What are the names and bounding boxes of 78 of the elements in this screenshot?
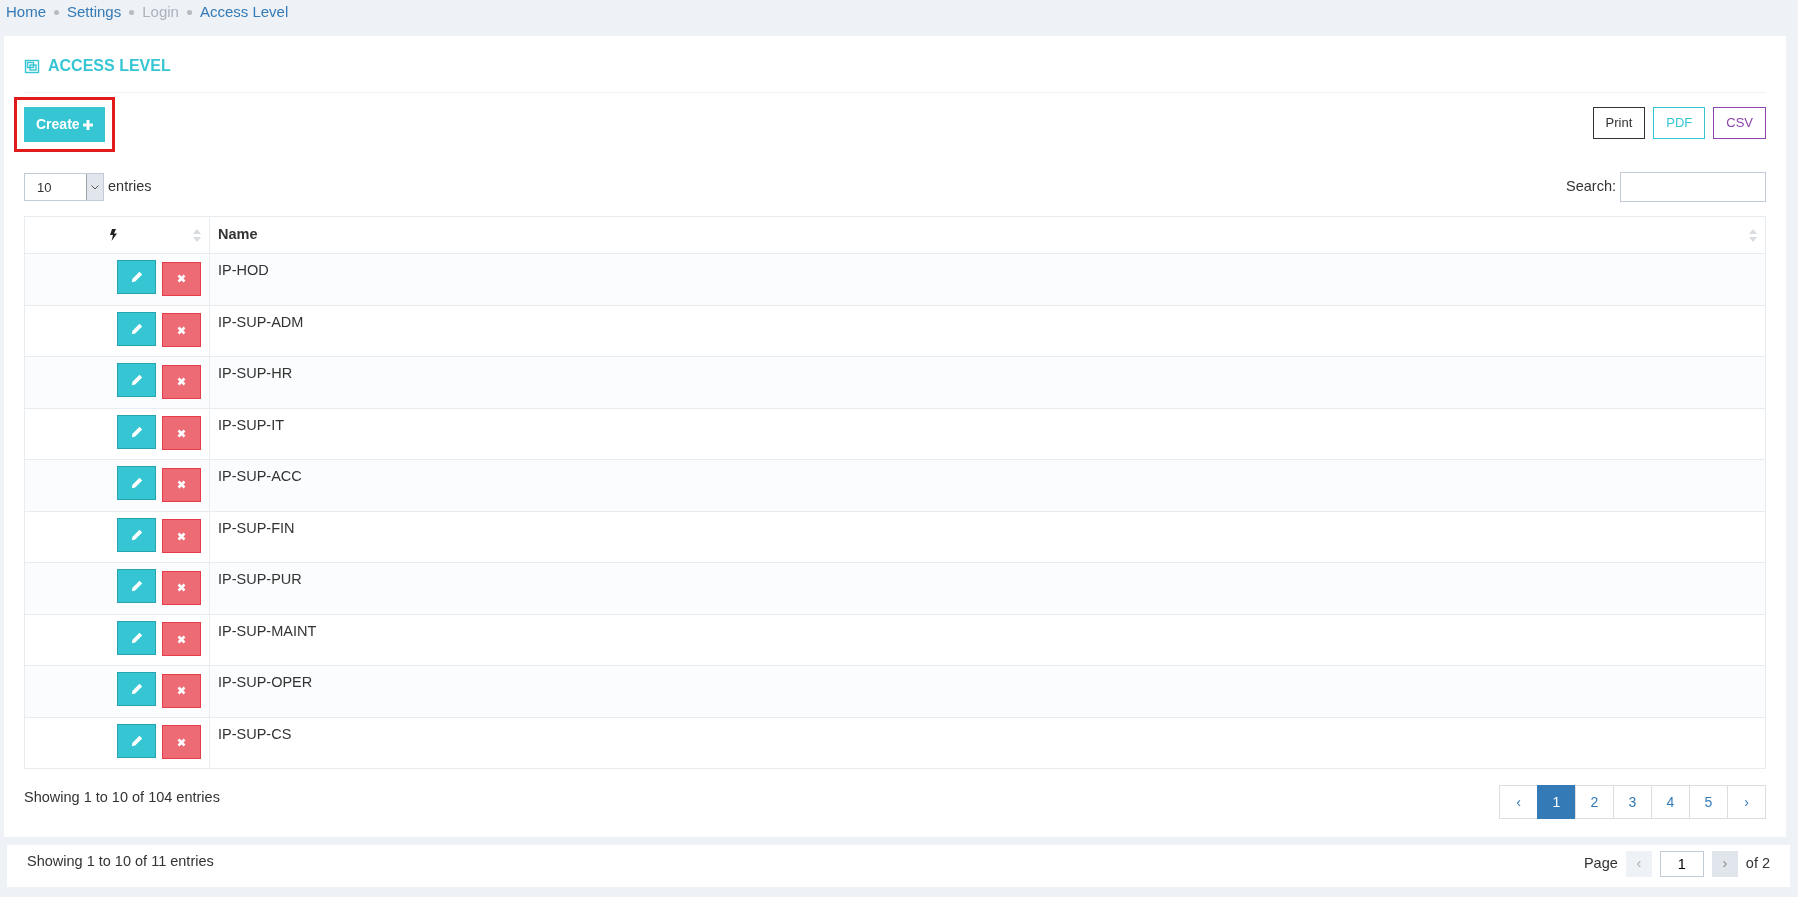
- breadcrumb-link: Login: [142, 1, 179, 22]
- table-info: Showing 1 to 10 of 104 entries: [24, 788, 220, 807]
- close-icon: [177, 583, 186, 592]
- page-field[interactable]: 1: [1659, 851, 1704, 877]
- table-cell: IP-SUP-OPER: [218, 674, 313, 690]
- export-button[interactable]: Print: [1592, 107, 1646, 139]
- delete-button[interactable]: [162, 725, 201, 759]
- delete-button[interactable]: [162, 570, 201, 605]
- plus-icon: [83, 120, 94, 130]
- edit-button[interactable]: [117, 517, 156, 552]
- export-button[interactable]: CSV: [1713, 107, 1766, 139]
- lightning-icon: [109, 229, 117, 241]
- chevron-down-icon: [91, 184, 99, 190]
- edit-button[interactable]: [117, 620, 156, 655]
- edit-button[interactable]: [117, 723, 156, 758]
- pencil-icon: [130, 580, 143, 592]
- close-icon: [177, 480, 186, 489]
- table-cell: IP-SUP-MAINT: [218, 622, 317, 639]
- table-cell: IP-SUP-IT: [218, 416, 285, 433]
- edit-button[interactable]: [117, 363, 156, 397]
- table-cell: IP-SUP-ADM: [218, 313, 304, 330]
- search-field[interactable]: [1620, 172, 1766, 202]
- edit-button[interactable]: [117, 569, 156, 603]
- breadcrumb-link[interactable]: Access Level: [199, 0, 289, 24]
- page-button[interactable]: 1: [1537, 785, 1576, 819]
- table-cell: IP-SUP-HR: [218, 365, 293, 381]
- delete-button[interactable]: [162, 622, 201, 656]
- page-count: of 2: [1745, 854, 1770, 874]
- edit-button[interactable]: [117, 311, 156, 346]
- close-icon: [177, 634, 186, 644]
- panel-title: ACCESS LEVEL: [48, 56, 171, 76]
- page-button[interactable]: 5: [1689, 785, 1728, 819]
- page-button[interactable]: ›: [1727, 785, 1766, 819]
- pencil-icon: [130, 374, 143, 386]
- table-cell: IP-SUP-PUR: [218, 571, 302, 587]
- pencil-icon: [130, 271, 143, 283]
- entries-label: entries: [108, 177, 152, 197]
- close-icon: [177, 531, 186, 541]
- table-cell: IP-SUP-ACC: [218, 468, 302, 484]
- close-icon: [177, 428, 186, 438]
- breadcrumb-link[interactable]: Settings: [67, 0, 122, 24]
- pencil-icon: [130, 631, 143, 644]
- page-button[interactable]: 4: [1651, 785, 1690, 819]
- breadcrumb-link[interactable]: Home: [6, 0, 46, 24]
- frame-icon: [24, 58, 40, 74]
- delete-button[interactable]: [162, 261, 201, 296]
- close-icon: [177, 737, 186, 747]
- delete-button[interactable]: [162, 673, 201, 708]
- close-icon: [177, 325, 186, 335]
- pencil-icon: [130, 734, 143, 747]
- edit-button[interactable]: [117, 414, 156, 449]
- page-length-select[interactable]: 10: [24, 173, 104, 201]
- edit-button[interactable]: [117, 260, 156, 294]
- pencil-icon: [130, 528, 143, 541]
- pencil-icon: [130, 683, 143, 695]
- pencil-icon: [130, 477, 143, 489]
- close-icon: [177, 274, 186, 283]
- table-info: Showing 1 to 10 of 11 entries: [27, 852, 214, 871]
- delete-button[interactable]: [162, 467, 201, 502]
- close-icon: [177, 377, 186, 386]
- table-cell: IP-SUP-FIN: [218, 519, 295, 536]
- page-button[interactable]: 3: [1613, 785, 1652, 819]
- page-label: Page: [1583, 854, 1618, 874]
- page-button[interactable]: 2: [1575, 785, 1614, 819]
- table-cell: IP-HOD: [218, 262, 269, 278]
- search-label: Search:: [1566, 177, 1616, 197]
- delete-button[interactable]: [162, 416, 201, 450]
- close-icon: [177, 686, 186, 695]
- pencil-icon: [130, 425, 143, 438]
- delete-button[interactable]: [162, 313, 201, 347]
- page-button[interactable]: ‹: [1499, 785, 1538, 819]
- edit-button[interactable]: [117, 466, 156, 500]
- next-page-button[interactable]: ›: [1711, 851, 1738, 877]
- edit-button[interactable]: [117, 672, 156, 706]
- table-cell: IP-SUP-CS: [218, 725, 292, 742]
- delete-button[interactable]: [162, 519, 201, 553]
- pencil-icon: [130, 322, 143, 335]
- delete-button[interactable]: [162, 364, 201, 399]
